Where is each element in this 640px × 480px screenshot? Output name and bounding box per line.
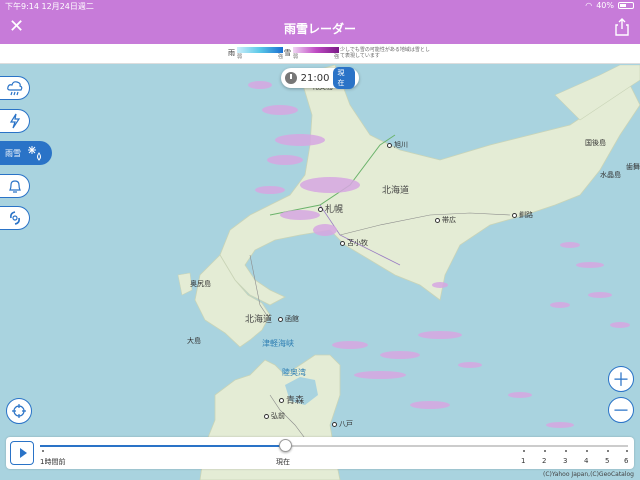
legend-bar: 雨 弱 強 雪 弱 強 少しでも雪の可能性がある地域は雪として表現しています: [0, 44, 640, 64]
place-hirosaki: 弘前: [264, 411, 285, 421]
radar-map[interactable]: 旭川 札幌 北海道 帯広 釧路 苫小牧 奥尻島 北海道 函館 大島 津軽海峡 陸…: [0, 65, 640, 480]
clock-date: 12月24日週二: [41, 2, 94, 11]
kushiro-label: 釧路: [519, 211, 533, 219]
tick-dot: [586, 450, 588, 452]
tick-dot: [607, 450, 609, 452]
lightning-layer-button[interactable]: [0, 109, 30, 133]
locate-button[interactable]: [6, 398, 32, 424]
hakodate-label: 函館: [285, 315, 299, 323]
place-hokkaido2: 北海道: [245, 315, 273, 325]
status-bar: 下午9:14 12月24日週二 ◠ 40%: [0, 0, 640, 12]
rain-snow-label: 雨雪: [5, 148, 21, 158]
tick-dot: [523, 450, 525, 452]
sapporo-label: 札幌: [325, 205, 344, 215]
zoom-out-button[interactable]: －: [608, 397, 634, 423]
place-obihiro: 帯広: [435, 215, 456, 225]
timeline-panel: 1時間前 現在 1 2 3 4 5 6: [6, 437, 634, 469]
now-badge: 現在: [333, 67, 355, 89]
cloud-rain-icon: [6, 81, 22, 96]
timeline-label: 4: [584, 457, 589, 465]
play-button[interactable]: [10, 441, 34, 465]
timeline-track[interactable]: [40, 445, 628, 447]
place-habomai: 歯舞: [626, 163, 640, 171]
typhoon-icon: [9, 211, 20, 225]
legend-note: 少しでも雪の可能性がある地域は雪として表現しています: [340, 47, 430, 59]
timeline-label: 5: [605, 457, 610, 465]
current-time: 21:00: [300, 72, 330, 84]
page-title: 雨雪レーダー: [283, 22, 356, 36]
clock-icon: [285, 72, 297, 84]
tick-dot: [565, 450, 567, 452]
crosshair-icon: [12, 404, 26, 418]
rain-weak-label: 弱: [237, 54, 243, 60]
timeline-progress: [40, 445, 285, 447]
asahikawa-label: 旭川: [394, 141, 408, 149]
timeline-label: 3: [563, 457, 568, 465]
place-sapporo: 札幌: [318, 202, 343, 215]
place-tsugaru: 津軽海峡: [262, 339, 294, 348]
rain-strong-label: 強: [277, 54, 283, 60]
timeline-knob[interactable]: [279, 439, 292, 452]
timeline-label: 6: [624, 457, 629, 465]
minus-icon: －: [612, 401, 630, 422]
place-mizushojima: 水晶島: [600, 171, 621, 179]
current-time-pill[interactable]: 21:00 現在: [281, 67, 359, 89]
place-asahikawa: 旭川: [387, 140, 408, 150]
zoom-in-button[interactable]: ＋: [608, 366, 634, 392]
plus-icon: ＋: [612, 370, 630, 391]
rain-legend: 雨 弱強: [228, 47, 283, 60]
hachinohe-label: 八戸: [339, 420, 353, 428]
snow-rain-icon: [28, 146, 41, 161]
rain-legend-label: 雨: [228, 49, 235, 57]
hirosaki-label: 弘前: [271, 412, 285, 420]
snow-strong-label: 強: [333, 54, 339, 60]
tick-dot: [626, 450, 628, 452]
timeline-label: 2: [542, 457, 547, 465]
status-time: 下午9:14 12月24日週二: [5, 1, 94, 12]
obihiro-label: 帯広: [442, 216, 456, 224]
battery-icon: [618, 2, 634, 9]
snow-legend-label: 雪: [284, 49, 291, 57]
place-mutsu: 陸奥湾: [282, 368, 306, 377]
battery-percent: 40%: [596, 1, 614, 10]
lightning-icon: [9, 113, 20, 129]
timeline-label: 1時間前: [40, 458, 66, 466]
alert-layer-button[interactable]: [0, 174, 30, 198]
status-right: ◠ 40%: [585, 1, 634, 10]
timeline-label: 1: [521, 457, 526, 465]
rain-snow-layer-button[interactable]: 雨雪: [0, 141, 52, 165]
map-layer: [177, 65, 640, 480]
wifi-icon: ◠: [585, 1, 593, 10]
nav-bar: ✕ 雨雪レーダー: [0, 12, 640, 44]
map-copyright: (C)Yahoo Japan,(C)GeoCatalog: [542, 471, 634, 478]
tick-dot: [544, 450, 546, 452]
place-hakodate: 函館: [278, 314, 299, 324]
tick-dot: [42, 450, 44, 452]
place-oshima: 大島: [187, 337, 201, 345]
place-hachinohe: 八戸: [332, 419, 353, 429]
place-kushiro: 釧路: [512, 210, 533, 220]
typhoon-layer-button[interactable]: [0, 206, 30, 230]
place-okushiri: 奥尻島: [190, 280, 211, 288]
place-hokkaido: 北海道: [382, 186, 410, 196]
aomori-label: 青森: [286, 396, 305, 406]
timeline-label: 現在: [276, 458, 290, 466]
place-kunashiri: 国後島: [585, 139, 606, 147]
cloud-rain-layer-button[interactable]: [0, 76, 30, 100]
snow-legend: 雪 弱強: [284, 47, 339, 60]
place-tomakomai: 苫小牧: [340, 238, 368, 248]
bell-icon: [8, 180, 21, 193]
place-aomori: 青森: [279, 393, 304, 406]
tomakomai-label: 苫小牧: [347, 239, 368, 247]
snow-weak-label: 弱: [293, 54, 299, 60]
clock-time: 下午9:14: [5, 2, 39, 11]
share-icon[interactable]: [614, 18, 630, 36]
